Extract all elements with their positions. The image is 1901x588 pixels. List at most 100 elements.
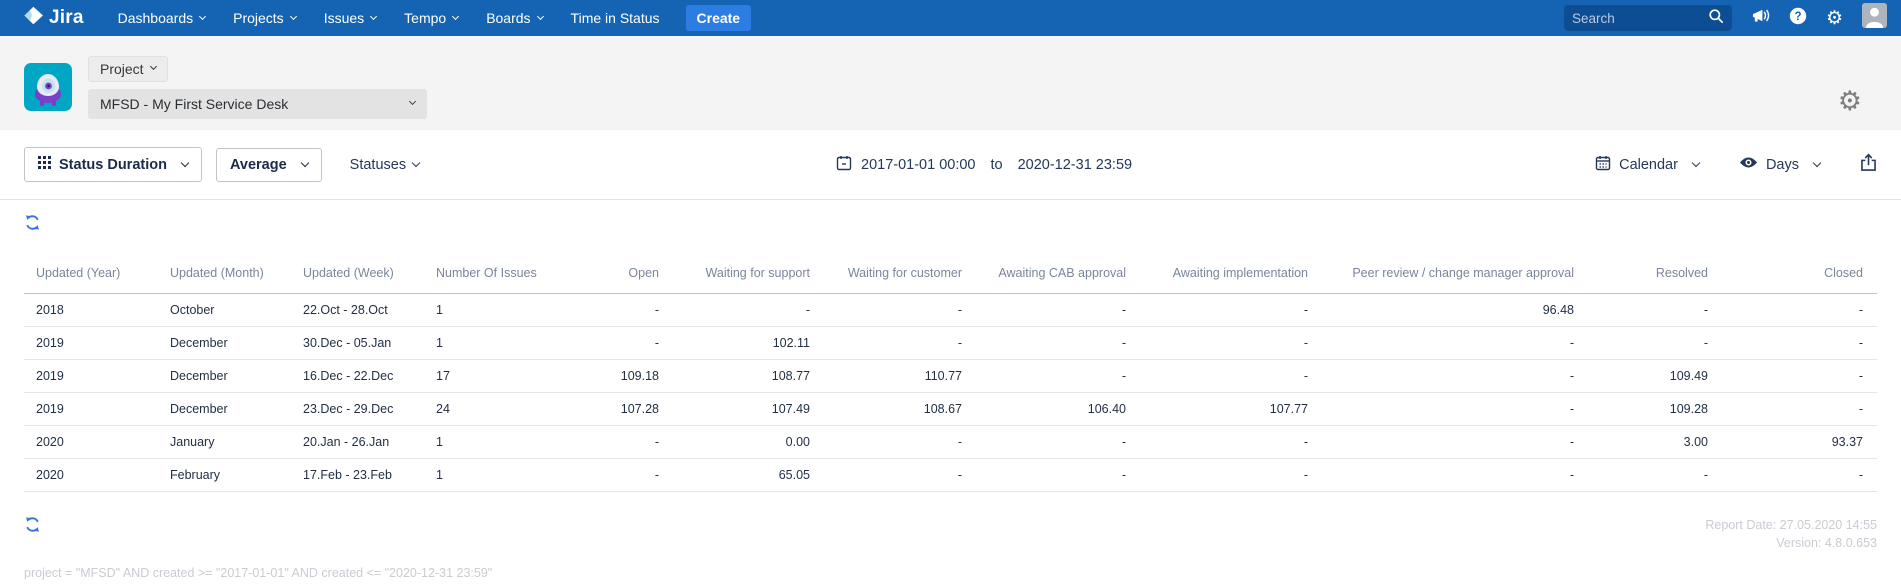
nav-item-issues[interactable]: Issues: [310, 0, 390, 36]
toolbar-right-group: Calendar Days: [1595, 153, 1877, 177]
cell: -: [548, 326, 673, 360]
scope-select-group: Project MFSD - My First Service Desk: [88, 55, 427, 119]
project-avatar: [24, 63, 72, 111]
chevron-down-icon: [300, 158, 309, 167]
cell: -: [548, 293, 673, 327]
column-header: Waiting for support: [673, 256, 824, 294]
refresh-icon[interactable]: [24, 214, 41, 231]
cell: -: [976, 458, 1140, 492]
cell: -: [673, 293, 824, 327]
cell: 107.49: [673, 392, 824, 426]
cell: -: [1722, 392, 1877, 426]
statuses-dropdown[interactable]: Statuses: [349, 156, 421, 173]
chevron-down-icon: [149, 62, 157, 71]
nav-item-projects[interactable]: Projects: [219, 0, 310, 36]
report-toolbar: Status Duration Average Statuses 2017-01…: [0, 130, 1901, 200]
report-type-dropdown[interactable]: Status Duration: [24, 147, 202, 182]
cell: 2018: [24, 293, 158, 327]
cell: 1: [424, 458, 548, 492]
project-select[interactable]: MFSD - My First Service Desk: [88, 88, 427, 119]
cell: -: [1588, 326, 1722, 360]
eye-icon: [1739, 156, 1758, 173]
cell: 2019: [24, 359, 158, 393]
calendar-mode-dropdown[interactable]: Calendar: [1595, 155, 1701, 175]
admin-gear-icon[interactable]: ⚙: [1826, 9, 1843, 28]
refresh-icon[interactable]: [24, 516, 41, 533]
table-row: 2018 October 22.Oct - 28.Oct 1- - - - -96.48- -: [24, 293, 1877, 327]
cell: -: [1140, 293, 1322, 327]
grid-icon: [38, 156, 51, 173]
date-from: 2017-01-01 00:00: [861, 157, 976, 173]
cell: February: [158, 458, 291, 492]
cell: -: [548, 425, 673, 459]
cell: 108.67: [824, 392, 976, 426]
cell: -: [1588, 458, 1722, 492]
top-nav: Jira Dashboards Projects Issues Tempo Bo…: [0, 0, 1901, 36]
time-unit-label: Days: [1765, 156, 1799, 173]
cell: 109.49: [1588, 359, 1722, 393]
report-settings-gear-icon[interactable]: ⚙: [1838, 88, 1862, 115]
create-button[interactable]: Create: [685, 5, 752, 31]
report-version: Version: 4.8.0.653: [1776, 536, 1877, 550]
search-icon[interactable]: [1708, 8, 1724, 29]
table-row: 2019 December 30.Dec - 05.Jan 1-102.11- - - - -…: [24, 326, 1877, 360]
scope-dropdown[interactable]: Project: [88, 55, 168, 82]
cell: -: [1140, 359, 1322, 393]
search-box[interactable]: [1563, 5, 1732, 31]
cell: -: [1722, 326, 1877, 360]
nav-item-boards[interactable]: Boards: [472, 0, 556, 36]
column-header: Closed: [1722, 256, 1877, 294]
cell: 107.77: [1140, 392, 1322, 426]
nav-right-group: ? ⚙: [1563, 3, 1887, 33]
column-header: Updated (Year): [24, 256, 158, 294]
table-row: 2019 December 23.Dec - 29.Dec 24 107.28 107.4…: [24, 392, 1877, 426]
nav-item-label: Projects: [233, 10, 284, 26]
cell: 2020: [24, 425, 158, 459]
report-content: Updated (Year) Updated (Month) Updated (We…: [0, 200, 1901, 580]
cell: -: [1588, 293, 1722, 327]
nav-item-dashboards[interactable]: Dashboards: [104, 0, 220, 36]
cell: 23.Dec - 29.Dec: [291, 392, 424, 426]
search-input[interactable]: [1571, 10, 1708, 26]
nav-item-tempo[interactable]: Tempo: [390, 0, 472, 36]
statuses-label: Statuses: [349, 156, 407, 173]
table-row: 2019 December 16.Dec - 22.Dec 17 109.18 108.7…: [24, 359, 1877, 393]
cell: -: [976, 425, 1140, 459]
cell: 2020: [24, 458, 158, 492]
chevron-down-icon: [411, 158, 421, 167]
cell: 1: [424, 293, 548, 327]
cell: 107.28: [548, 392, 673, 426]
cell: 17.Feb - 23.Feb: [291, 458, 424, 492]
jira-logo-icon: [22, 5, 43, 31]
column-header: Awaiting CAB approval: [976, 256, 1140, 294]
calendar-icon: [1595, 155, 1611, 175]
column-header: Awaiting implementation: [1140, 256, 1322, 294]
column-header: Number Of Issues: [424, 256, 548, 294]
cell: -: [1322, 359, 1588, 393]
cell: -: [824, 458, 976, 492]
time-unit-dropdown[interactable]: Days: [1739, 156, 1822, 173]
aggregation-dropdown[interactable]: Average: [215, 147, 322, 182]
cell: -: [824, 425, 976, 459]
cell: -: [1322, 425, 1588, 459]
help-icon[interactable]: ?: [1789, 7, 1807, 30]
export-icon[interactable]: [1860, 153, 1877, 177]
cell: 17: [424, 359, 548, 393]
date-range-picker[interactable]: 2017-01-01 00:00 to 2020-12-31 23:59: [836, 130, 1132, 200]
cell: -: [1322, 458, 1588, 492]
chevron-down-icon: [1691, 158, 1701, 167]
jira-logo[interactable]: Jira: [22, 5, 84, 31]
cell: 65.05: [673, 458, 824, 492]
column-header: Open: [548, 256, 673, 294]
cell: December: [158, 392, 291, 426]
megaphone-icon[interactable]: [1751, 7, 1770, 29]
jira-logo-text: Jira: [49, 7, 84, 28]
column-header: Peer review / change manager approval: [1322, 256, 1588, 294]
table-row: 2020 January 20.Jan - 26.Jan 1-0.00- - - -3.00…: [24, 425, 1877, 459]
date-to: 2020-12-31 23:59: [1017, 157, 1133, 173]
user-avatar[interactable]: [1862, 3, 1887, 33]
svg-text:?: ?: [1794, 11, 1801, 23]
cell: 102.11: [673, 326, 824, 360]
nav-item-time-in-status[interactable]: Time in Status: [557, 0, 674, 36]
chevron-down-icon: [370, 12, 378, 20]
